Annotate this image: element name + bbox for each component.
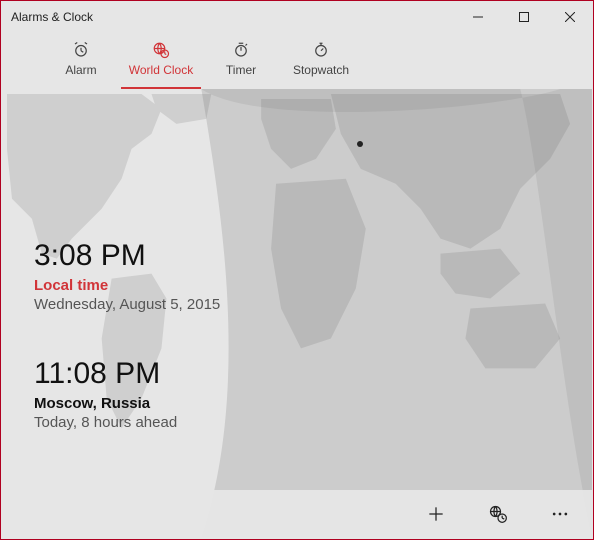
tab-alarm[interactable]: Alarm <box>41 33 121 89</box>
close-button[interactable] <box>547 1 593 33</box>
minimize-icon <box>473 12 483 22</box>
clock-detail: Today, 8 hours ahead <box>34 414 220 431</box>
close-icon <box>565 12 575 22</box>
world-map[interactable]: 3:08 PM Local time Wednesday, August 5, … <box>2 89 592 538</box>
timer-icon <box>201 39 281 61</box>
clock-location: Local time <box>34 277 220 294</box>
titlebar: Alarms & Clock <box>1 1 593 33</box>
window-title: Alarms & Clock <box>11 10 455 24</box>
clock-moscow[interactable]: 11:08 PM Moscow, Russia Today, 8 hours a… <box>34 357 220 431</box>
clock-detail: Wednesday, August 5, 2015 <box>34 296 220 313</box>
clock-local[interactable]: 3:08 PM Local time Wednesday, August 5, … <box>34 239 220 313</box>
world-clock-icon <box>121 39 201 61</box>
tab-bar: Alarm World Clock Timer <box>1 33 593 89</box>
clock-location: Moscow, Russia <box>34 395 220 412</box>
plus-icon <box>426 504 446 524</box>
tab-label: World Clock <box>121 63 201 77</box>
tab-label: Timer <box>201 63 281 77</box>
tab-stopwatch[interactable]: Stopwatch <box>281 33 361 89</box>
alarms-clock-window: Alarms & Clock Alarm <box>0 0 594 540</box>
clock-time: 11:08 PM <box>34 357 220 391</box>
tab-timer[interactable]: Timer <box>201 33 281 89</box>
alarm-icon <box>41 39 121 61</box>
minimize-button[interactable] <box>455 1 501 33</box>
tab-label: Alarm <box>41 63 121 77</box>
more-options-button[interactable] <box>544 498 576 530</box>
clock-list: 3:08 PM Local time Wednesday, August 5, … <box>34 239 220 475</box>
clock-time: 3:08 PM <box>34 239 220 273</box>
convert-time-button[interactable] <box>482 498 514 530</box>
tab-label: Stopwatch <box>281 63 361 77</box>
command-bar <box>2 490 592 538</box>
stopwatch-icon <box>281 39 361 61</box>
window-controls <box>455 1 593 33</box>
map-pin-moscow[interactable] <box>357 141 363 147</box>
add-clock-button[interactable] <box>420 498 452 530</box>
ellipsis-icon <box>550 504 570 524</box>
maximize-icon <box>519 12 529 22</box>
tab-world-clock[interactable]: World Clock <box>121 33 201 89</box>
maximize-button[interactable] <box>501 1 547 33</box>
convert-icon <box>488 504 508 524</box>
